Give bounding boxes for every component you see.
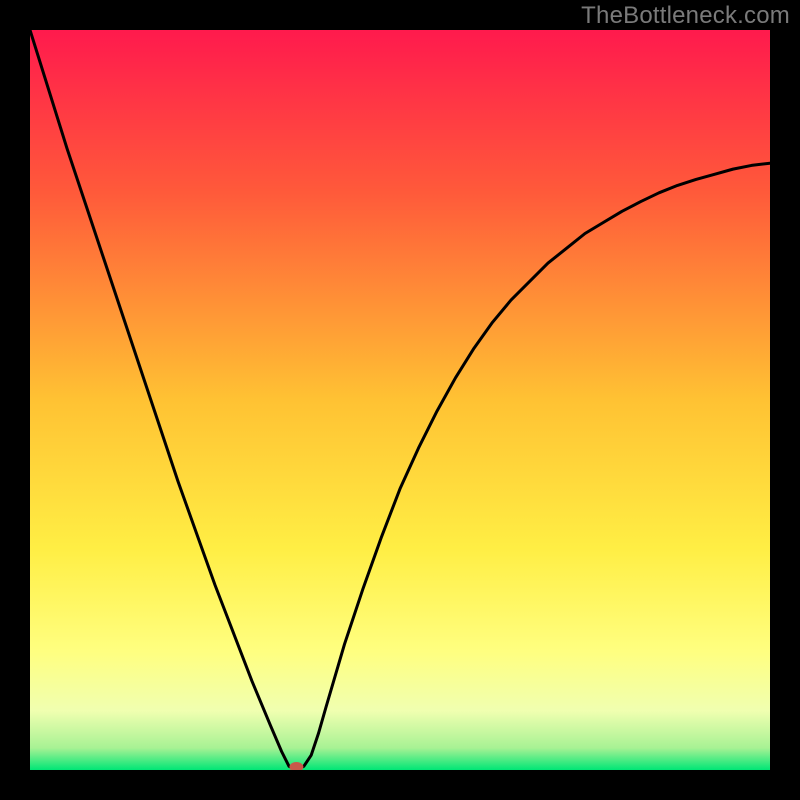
watermark-text: TheBottleneck.com <box>581 2 790 30</box>
plot-area <box>30 30 770 770</box>
chart-frame: TheBottleneck.com <box>0 0 800 800</box>
gradient-background <box>30 30 770 770</box>
